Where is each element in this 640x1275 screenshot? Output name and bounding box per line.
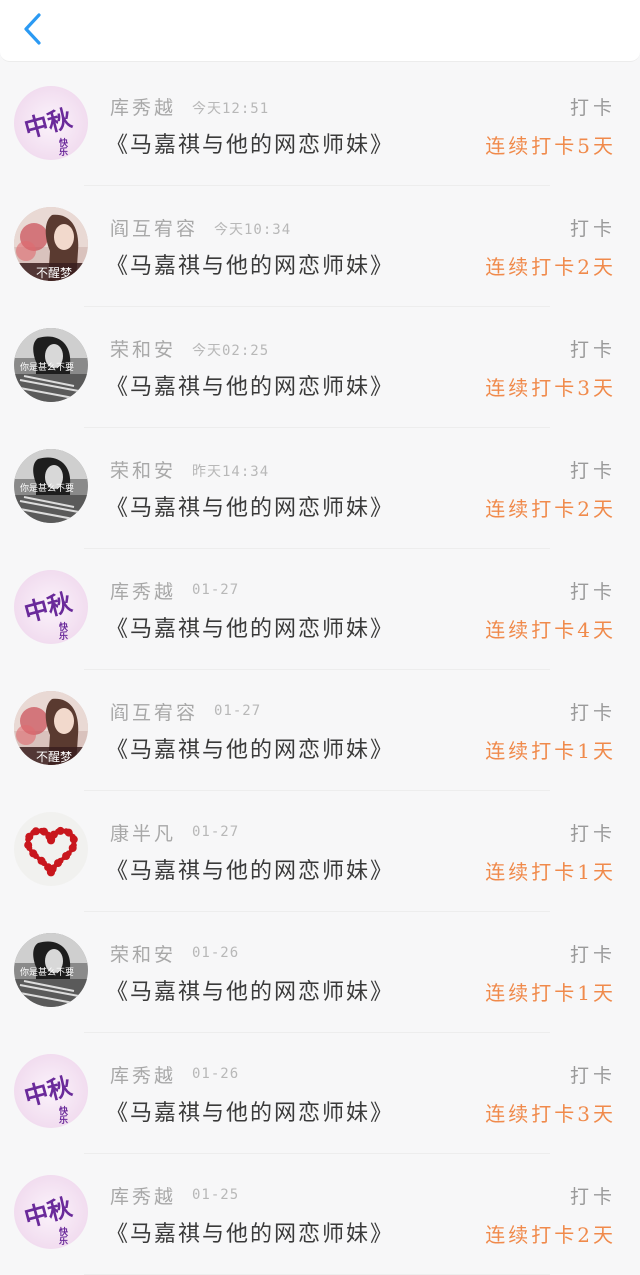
svg-text:不醒梦: 不醒梦 bbox=[36, 750, 72, 764]
checkin-time: 今天02:25 bbox=[192, 343, 270, 359]
avatar[interactable]: 你是甚么不要 bbox=[14, 328, 88, 402]
streak-label: 连续打卡1天 bbox=[485, 981, 616, 1005]
user-name[interactable]: 荣和安 bbox=[110, 456, 176, 483]
checkin-label: 打卡 bbox=[569, 581, 616, 603]
avatar[interactable]: 不醒梦 bbox=[14, 691, 88, 765]
streak-label: 连续打卡2天 bbox=[485, 497, 616, 521]
list-item[interactable]: 不醒梦 阎互宥容 01-27 打卡《马嘉祺与他的网恋师妹》 连续打卡1天 bbox=[0, 670, 640, 791]
checkin-label: 打卡 bbox=[569, 339, 616, 361]
list-item[interactable]: 中秋 快乐 库秀越 01-26 打卡《马嘉祺与他的网恋师妹》 连续打卡3天 bbox=[0, 1033, 640, 1154]
book-title[interactable]: 《马嘉祺与他的网恋师妹》 bbox=[106, 127, 394, 159]
checkin-time: 01-27 bbox=[192, 824, 240, 840]
streak-label: 连续打卡2天 bbox=[485, 255, 616, 279]
book-title[interactable]: 《马嘉祺与他的网恋师妹》 bbox=[106, 369, 394, 401]
checkin-label: 打卡 bbox=[569, 1186, 616, 1208]
svg-text:你是甚么不要: 你是甚么不要 bbox=[20, 361, 74, 373]
avatar[interactable]: 不醒梦 bbox=[14, 207, 88, 281]
checkin-time: 01-27 bbox=[214, 703, 262, 719]
checkin-label: 打卡 bbox=[569, 823, 616, 845]
streak-label: 连续打卡1天 bbox=[485, 860, 616, 884]
user-name[interactable]: 库秀越 bbox=[110, 1061, 176, 1088]
checkin-time: 昨天14:34 bbox=[192, 464, 270, 480]
book-title[interactable]: 《马嘉祺与他的网恋师妹》 bbox=[106, 853, 394, 885]
user-name[interactable]: 库秀越 bbox=[110, 577, 176, 604]
back-button[interactable] bbox=[14, 10, 50, 48]
book-title[interactable]: 《马嘉祺与他的网恋师妹》 bbox=[106, 611, 394, 643]
checkin-label: 打卡 bbox=[569, 944, 616, 966]
user-name[interactable]: 库秀越 bbox=[110, 93, 176, 120]
book-title[interactable]: 《马嘉祺与他的网恋师妹》 bbox=[106, 1095, 394, 1127]
list-item[interactable]: 你是甚么不要 荣和安 01-26 打卡《马嘉祺与他的网恋师妹》 连续打卡1天 bbox=[0, 912, 640, 1033]
svg-text:快乐: 快乐 bbox=[57, 1226, 68, 1246]
svg-text:快乐: 快乐 bbox=[57, 137, 68, 157]
book-title[interactable]: 《马嘉祺与他的网恋师妹》 bbox=[106, 974, 394, 1006]
list-item[interactable]: 你是甚么不要 荣和安 昨天14:34 打卡《马嘉祺与他的网恋师妹》 连续打卡2天 bbox=[0, 428, 640, 549]
avatar[interactable] bbox=[14, 812, 88, 886]
checkin-time: 01-25 bbox=[192, 1187, 240, 1203]
list-item[interactable]: 中秋 快乐 库秀越 01-27 打卡《马嘉祺与他的网恋师妹》 连续打卡4天 bbox=[0, 549, 640, 670]
checkin-time: 01-27 bbox=[192, 582, 240, 598]
checkin-list: 中秋 快乐 库秀越 今天12:51 打卡 《马嘉祺与他的网恋师妹》 连续打卡5天 不醒梦… bbox=[0, 65, 640, 1275]
checkin-label: 打卡 bbox=[569, 97, 616, 119]
list-item[interactable]: 康半凡 01-27 打卡《马嘉祺与他的网恋师妹》 连续打卡1天 bbox=[0, 791, 640, 912]
streak-label: 连续打卡1天 bbox=[485, 739, 616, 763]
avatar[interactable]: 中秋 快乐 bbox=[14, 1175, 88, 1249]
avatar[interactable]: 你是甚么不要 bbox=[14, 449, 88, 523]
user-name[interactable]: 荣和安 bbox=[110, 940, 176, 967]
streak-label: 连续打卡3天 bbox=[485, 376, 616, 400]
avatar[interactable]: 中秋 快乐 bbox=[14, 1054, 88, 1128]
checkin-label: 打卡 bbox=[569, 218, 616, 240]
book-title[interactable]: 《马嘉祺与他的网恋师妹》 bbox=[106, 490, 394, 522]
user-name[interactable]: 康半凡 bbox=[110, 819, 176, 846]
checkin-label: 打卡 bbox=[569, 702, 616, 724]
streak-label: 连续打卡2天 bbox=[485, 1223, 616, 1247]
avatar[interactable]: 你是甚么不要 bbox=[14, 933, 88, 1007]
streak-label: 连续打卡4天 bbox=[485, 618, 616, 642]
book-title[interactable]: 《马嘉祺与他的网恋师妹》 bbox=[106, 732, 394, 764]
streak-label: 连续打卡5天 bbox=[485, 134, 616, 158]
chevron-left-icon bbox=[24, 13, 41, 45]
streak-label: 连续打卡3天 bbox=[485, 1102, 616, 1126]
svg-text:你是甚么不要: 你是甚么不要 bbox=[20, 482, 74, 494]
svg-text:不醒梦: 不醒梦 bbox=[36, 266, 72, 280]
checkin-label: 打卡 bbox=[569, 1065, 616, 1087]
list-item[interactable]: 你是甚么不要 荣和安 今天02:25 打卡《马嘉祺与他的网恋师妹》 连续打卡3天 bbox=[0, 307, 640, 428]
checkin-time: 今天12:51 bbox=[192, 101, 270, 117]
svg-text:快乐: 快乐 bbox=[57, 621, 68, 641]
checkin-time: 01-26 bbox=[192, 945, 240, 961]
book-title[interactable]: 《马嘉祺与他的网恋师妹》 bbox=[106, 1216, 394, 1248]
list-item[interactable]: 中秋 快乐 库秀越 今天12:51 打卡《马嘉祺与他的网恋师妹》 连续打卡5天 bbox=[0, 65, 640, 186]
user-name[interactable]: 库秀越 bbox=[110, 1182, 176, 1209]
user-name[interactable]: 阎互宥容 bbox=[110, 214, 198, 241]
svg-text:你是甚么不要: 你是甚么不要 bbox=[20, 966, 74, 978]
user-name[interactable]: 荣和安 bbox=[110, 335, 176, 362]
checkin-label: 打卡 bbox=[569, 460, 616, 482]
avatar[interactable]: 中秋 快乐 bbox=[14, 86, 88, 160]
svg-text:快乐: 快乐 bbox=[57, 1105, 68, 1125]
book-title[interactable]: 《马嘉祺与他的网恋师妹》 bbox=[106, 248, 394, 280]
user-name[interactable]: 阎互宥容 bbox=[110, 698, 198, 725]
list-item[interactable]: 中秋 快乐 库秀越 01-25 打卡《马嘉祺与他的网恋师妹》 连续打卡2天 bbox=[0, 1154, 640, 1275]
list-item[interactable]: 不醒梦 阎互宥容 今天10:34 打卡《马嘉祺与他的网恋师妹》 连续打卡2天 bbox=[0, 186, 640, 307]
checkin-time: 今天10:34 bbox=[214, 222, 292, 238]
avatar[interactable]: 中秋 快乐 bbox=[14, 570, 88, 644]
checkin-time: 01-26 bbox=[192, 1066, 240, 1082]
top-bar bbox=[0, 0, 640, 62]
